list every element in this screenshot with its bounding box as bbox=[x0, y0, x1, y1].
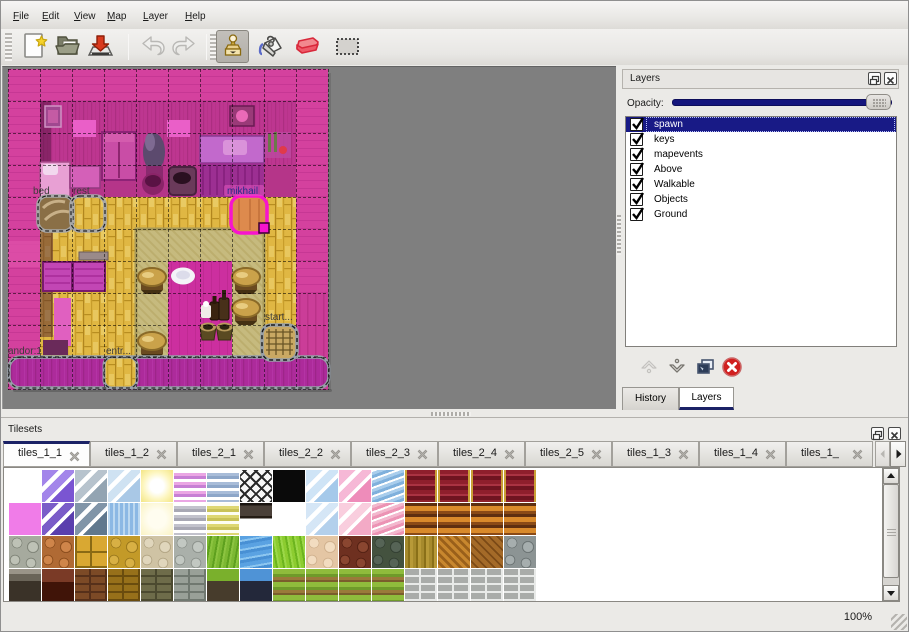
svg-text:mikhail: mikhail bbox=[227, 186, 258, 197]
svg-text:start...: start... bbox=[265, 312, 293, 323]
svg-text:andor:1: andor:1 bbox=[8, 346, 42, 357]
svg-text:bed: bed bbox=[33, 186, 50, 197]
svg-text:rest: rest bbox=[73, 186, 90, 197]
svg-text:entr...: entr... bbox=[106, 346, 131, 357]
